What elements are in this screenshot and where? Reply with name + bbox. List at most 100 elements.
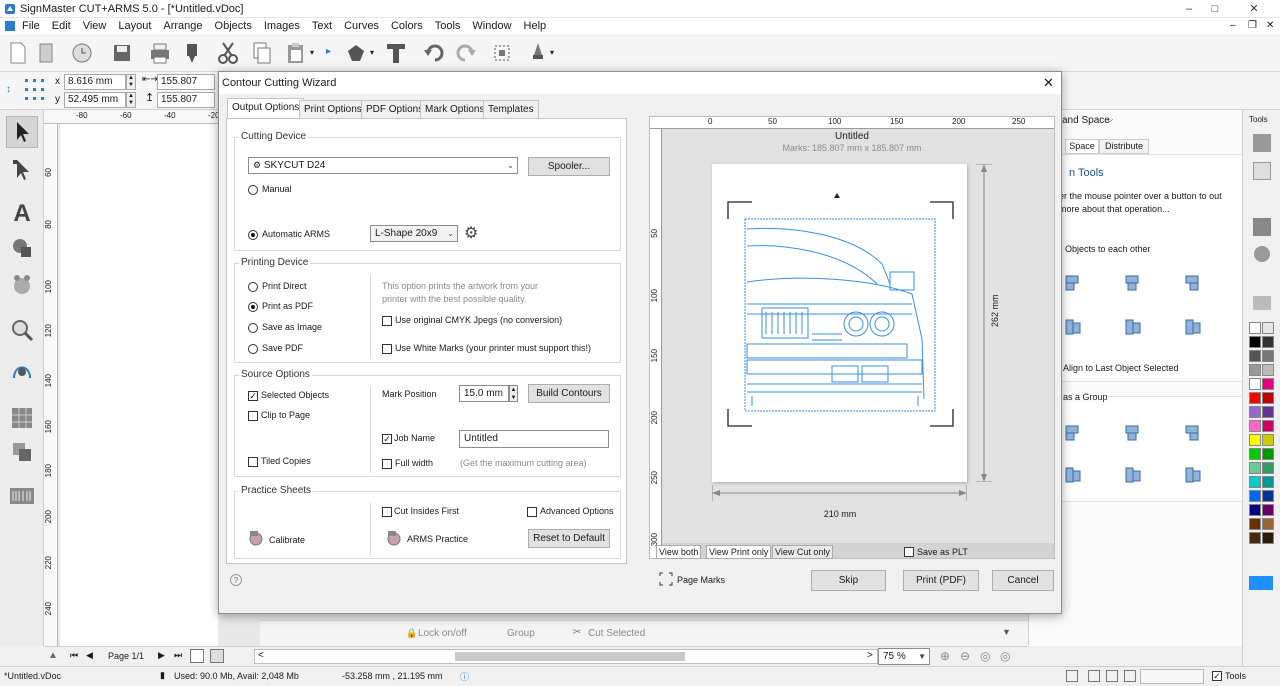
cut-knife-icon[interactable] <box>524 39 552 67</box>
tab-templates[interactable]: Templates <box>483 100 539 118</box>
minimize-button[interactable]: – <box>1176 0 1202 18</box>
color-swatch[interactable] <box>1249 490 1261 502</box>
arms-shape-select[interactable]: L-Shape 20x9 ⌄ <box>370 225 458 242</box>
tab-space[interactable]: Space <box>1065 139 1099 154</box>
tools-checkbox[interactable]: ✓ <box>1212 671 1222 681</box>
text-tool-icon[interactable]: A <box>6 198 38 230</box>
anchor-grid-icon[interactable] <box>24 76 48 104</box>
tab-output-options[interactable]: Output Options <box>227 98 305 119</box>
rect-icon[interactable] <box>1253 162 1271 180</box>
color-swatch[interactable] <box>1249 364 1261 376</box>
color-swatch[interactable] <box>1249 476 1261 488</box>
shape-tool-icon[interactable] <box>6 232 38 264</box>
page-marks-label[interactable]: Page Marks <box>677 575 725 585</box>
save-image-radio[interactable] <box>248 323 258 333</box>
color-swatch[interactable] <box>1249 378 1261 390</box>
print-icon[interactable] <box>146 39 174 67</box>
tab-distribute[interactable]: Distribute <box>1099 139 1149 154</box>
snap-grid-icon[interactable] <box>1088 670 1100 682</box>
tab-mark-options[interactable]: Mark Options <box>420 100 490 118</box>
selected-objects-checkbox[interactable]: ✓ <box>248 391 258 401</box>
scroll-left-icon[interactable]: < <box>258 650 264 661</box>
fill-dropdown-icon[interactable]: ▾ <box>370 48 374 57</box>
save-icon[interactable] <box>108 39 136 67</box>
node-edit-tool-icon[interactable] <box>6 154 38 186</box>
menu-layout[interactable]: Layout <box>112 18 157 34</box>
barcode-tool-icon[interactable] <box>6 480 38 512</box>
menu-tools[interactable]: Tools <box>429 18 467 34</box>
lock-button-label[interactable]: Lock on/off <box>418 628 467 639</box>
advanced-options-checkbox[interactable] <box>527 507 537 517</box>
scroll-right-icon[interactable]: > <box>867 650 873 661</box>
tab-view-print-only[interactable]: View Print only <box>706 545 772 559</box>
color-swatch[interactable] <box>1262 336 1274 348</box>
menu-arrange[interactable]: Arrange <box>157 18 208 34</box>
color-swatch[interactable] <box>1249 336 1261 348</box>
snap-guide-icon[interactable] <box>1106 670 1118 682</box>
page-area[interactable] <box>60 124 218 646</box>
color-swatch[interactable] <box>1262 420 1274 432</box>
scroll-down-icon[interactable]: ▼ <box>1002 627 1011 637</box>
save-plt-checkbox[interactable] <box>904 547 914 557</box>
cancel-button[interactable]: Cancel <box>992 570 1054 591</box>
copy-icon[interactable] <box>248 39 276 67</box>
mark-position-field[interactable]: 15.0 mm <box>459 385 509 402</box>
snap-object-icon[interactable] <box>1124 670 1136 682</box>
tile-tool-icon[interactable] <box>6 402 38 434</box>
add-page-icon[interactable] <box>190 649 204 663</box>
paste-icon[interactable] <box>282 39 310 67</box>
calibrate-icon[interactable] <box>247 529 265 547</box>
scissors-icon[interactable] <box>214 39 242 67</box>
menu-file[interactable]: File <box>16 18 46 34</box>
next-page-icon[interactable]: ▶ <box>158 650 165 661</box>
tab-print-options[interactable]: Print Options <box>299 100 367 118</box>
menu-window[interactable]: Window <box>466 18 517 34</box>
weld-tool-icon[interactable] <box>6 436 38 468</box>
redo-icon[interactable] <box>452 39 480 67</box>
maximize-button[interactable]: □ <box>1202 0 1228 18</box>
scroll-up-icon[interactable]: ▲ <box>48 650 58 661</box>
select-tool-icon[interactable] <box>6 116 38 148</box>
color-swatch[interactable] <box>1262 476 1274 488</box>
color-swatch[interactable] <box>1249 350 1261 362</box>
clip-to-page-checkbox[interactable] <box>248 411 258 421</box>
color-swatch[interactable] <box>1262 350 1274 362</box>
tab-view-cut-only[interactable]: View Cut only <box>772 545 833 559</box>
print-pdf-radio[interactable] <box>248 302 258 312</box>
horizontal-scrollbar[interactable]: < > <box>254 649 878 664</box>
color-swatch[interactable] <box>1249 420 1261 432</box>
color-swatch[interactable] <box>1249 532 1261 544</box>
prev-page-icon[interactable]: ◀ <box>86 650 93 661</box>
arms-practice-label[interactable]: ARMS Practice <box>407 534 468 544</box>
color-swatch[interactable] <box>1249 392 1261 404</box>
print-direct-radio[interactable] <box>248 282 258 292</box>
mdi-restore-button[interactable]: ❐ <box>1248 20 1257 31</box>
print-pdf-button[interactable]: Print (PDF) <box>903 570 979 591</box>
y-position-field[interactable]: 52.495 mm <box>64 92 126 108</box>
calibrate-label[interactable]: Calibrate <box>269 535 305 545</box>
dialog-close-icon[interactable]: ✕ <box>1043 75 1054 91</box>
menu-text[interactable]: Text <box>306 18 338 34</box>
swatch-accent[interactable] <box>1249 576 1273 590</box>
menu-view[interactable]: View <box>77 18 113 34</box>
color-swatch[interactable] <box>1249 448 1261 460</box>
color-swatch[interactable] <box>1262 504 1274 516</box>
more-arrow-icon[interactable]: ▸ <box>326 46 331 57</box>
zoom-select[interactable]: 75 % ▼ <box>878 648 930 665</box>
save-pdf-radio[interactable] <box>248 344 258 354</box>
color-swatch[interactable] <box>1249 434 1261 446</box>
arms-practice-icon[interactable] <box>385 529 403 547</box>
spooler-button[interactable]: Spooler... <box>528 157 610 176</box>
menu-help[interactable]: Help <box>518 18 553 34</box>
cut-device-icon[interactable] <box>178 39 206 67</box>
gear-icon[interactable]: ⚙ <box>464 223 478 243</box>
color-swatch[interactable] <box>1262 490 1274 502</box>
scroll-thumb[interactable] <box>455 652 685 661</box>
color-swatch[interactable] <box>1262 434 1274 446</box>
color-swatch[interactable] <box>1249 504 1261 516</box>
help-icon[interactable]: ? <box>230 574 242 586</box>
color-swatch[interactable] <box>1262 518 1274 530</box>
color-swatch[interactable] <box>1249 322 1261 334</box>
x-spinner[interactable]: ▲ ▼ <box>126 74 136 90</box>
color-swatch[interactable] <box>1249 406 1261 418</box>
